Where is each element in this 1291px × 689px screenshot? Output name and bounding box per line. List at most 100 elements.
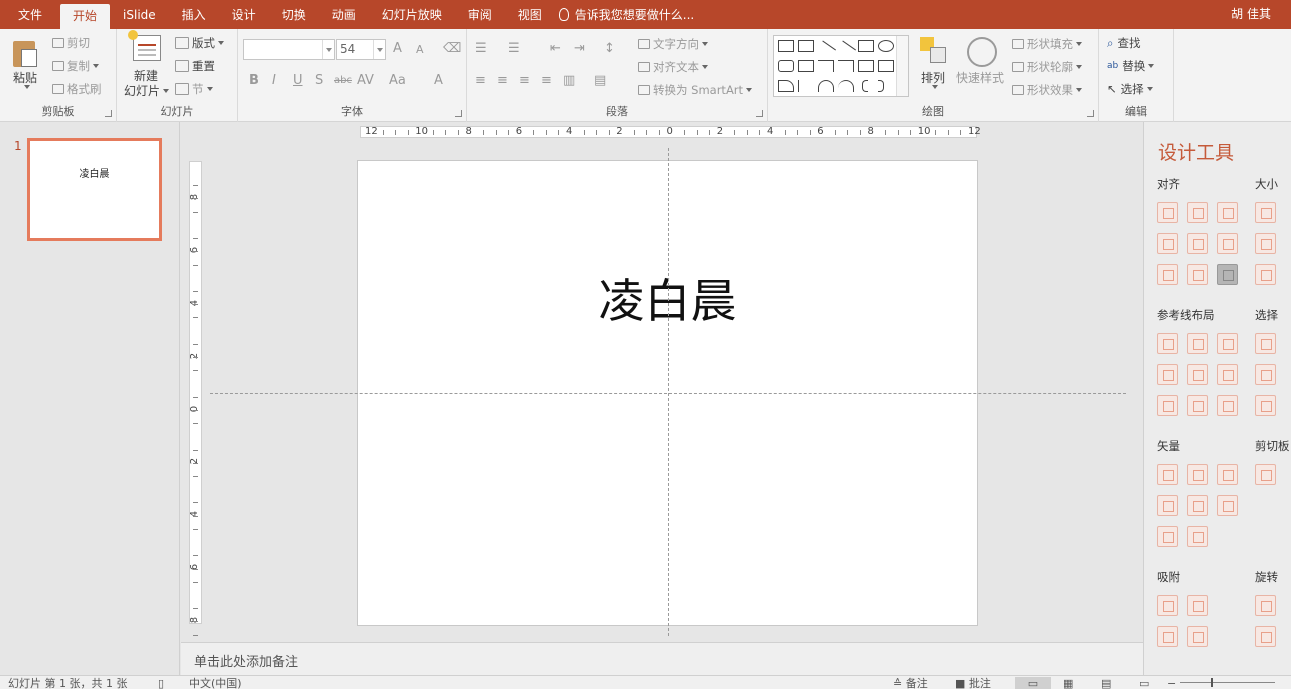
shape-fill-button[interactable]: 形状填充 <box>1012 36 1082 52</box>
guide-bottom-tool-icon[interactable] <box>1217 364 1238 385</box>
left-brace-shape-icon[interactable] <box>862 80 868 92</box>
slideshow-view-button[interactable]: ▭ <box>1139 677 1149 689</box>
tab-slideshow[interactable]: 幻灯片放映 <box>369 0 455 29</box>
shapes-gallery-scroll[interactable] <box>896 36 908 96</box>
snap-top-tool-icon[interactable] <box>1157 626 1178 647</box>
curve-shape-icon[interactable] <box>838 80 854 92</box>
tab-file[interactable]: 文件 <box>0 0 60 29</box>
tell-me-box[interactable]: 告诉我您想要做什么... <box>558 6 694 23</box>
font-name-input[interactable] <box>243 39 335 60</box>
slide-sorter-view-button[interactable]: ▦ <box>1063 677 1073 689</box>
select-size-tool-icon[interactable] <box>1255 395 1276 416</box>
strikethrough-button[interactable]: abc <box>334 75 352 86</box>
notes-pane[interactable]: 单击此处添加备注 <box>181 642 1143 675</box>
line-shape-icon[interactable] <box>816 40 836 60</box>
horizontal-ruler[interactable]: 12 10 8 6 4 2 0 2 4 6 8 10 12 <box>360 126 981 138</box>
freeform-shape-icon[interactable] <box>778 80 794 92</box>
guide-top-tool-icon[interactable] <box>1157 364 1178 385</box>
guide-grid-tool-icon[interactable] <box>1157 395 1178 416</box>
tab-insert[interactable]: 插入 <box>169 0 219 29</box>
elbow-arrow-shape-icon[interactable] <box>838 60 854 72</box>
replace-button[interactable]: ab 替换 <box>1107 58 1155 74</box>
vertical-textbox-shape-icon[interactable] <box>798 40 814 52</box>
distribute-h-tool-icon[interactable] <box>1157 264 1178 285</box>
tab-review[interactable]: 审阅 <box>455 0 505 29</box>
align-left-tool-icon[interactable] <box>1157 202 1178 223</box>
align-bottom-tool-icon[interactable] <box>1217 233 1238 254</box>
tab-view[interactable]: 视图 <box>505 0 555 29</box>
same-size-tool-icon[interactable] <box>1255 264 1276 285</box>
shadow-button[interactable]: S <box>315 73 323 88</box>
textbox-shape-icon[interactable] <box>778 40 794 52</box>
arc-shape-icon[interactable] <box>818 80 834 92</box>
copy-button[interactable]: 复制 <box>52 58 99 74</box>
decrease-indent-button[interactable]: ⇤ <box>550 41 561 56</box>
quick-styles-icon[interactable] <box>967 37 997 67</box>
paste-button[interactable]: 粘贴 <box>13 69 37 86</box>
align-left-button[interactable]: ≡ <box>475 73 486 88</box>
bold-button[interactable]: B <box>249 73 259 88</box>
arrange-dropdown[interactable] <box>929 85 938 89</box>
triangle-shape-icon[interactable] <box>798 60 814 72</box>
right-brace-shape-icon[interactable] <box>878 80 884 92</box>
char-spacing-button[interactable]: AV <box>357 73 374 88</box>
italic-button[interactable]: I <box>272 73 276 88</box>
select-color-tool-icon[interactable] <box>1255 364 1276 385</box>
right-arrow-shape-icon[interactable] <box>858 60 874 72</box>
notes-toggle-button[interactable]: ≙ 备注 <box>893 677 928 689</box>
align-to-slide-tool-icon[interactable] <box>1217 264 1238 285</box>
shapes-gallery[interactable] <box>773 35 909 97</box>
underline-button[interactable]: U <box>293 73 303 88</box>
new-slide-dropdown[interactable]: 幻灯片 <box>124 82 170 99</box>
select-same-tool-icon[interactable] <box>1255 333 1276 354</box>
split-tool-icon[interactable] <box>1217 495 1238 516</box>
align-center-button[interactable]: ≡ <box>497 73 508 88</box>
align-text-button[interactable]: 对齐文本 <box>638 59 708 75</box>
tab-home[interactable]: 开始 <box>60 4 111 29</box>
union-tool-icon[interactable] <box>1157 464 1178 485</box>
zoom-slider-thumb[interactable] <box>1211 678 1213 687</box>
language-status[interactable]: 中文(中国) <box>189 677 242 689</box>
cut-button[interactable]: 剪切 <box>52 35 90 51</box>
bullets-button[interactable]: ☰ <box>475 41 487 56</box>
oval-shape-icon[interactable] <box>878 40 894 52</box>
spellcheck-icon[interactable]: ▯ <box>158 677 164 689</box>
snap-left-tool-icon[interactable] <box>1157 595 1178 616</box>
change-case-button[interactable]: Aa <box>389 73 406 88</box>
clipboard-launcher-icon[interactable] <box>105 110 112 117</box>
smartart-button[interactable]: 转换为 SmartArt <box>638 82 753 98</box>
quick-styles-button[interactable]: 快速样式 <box>956 69 1004 86</box>
normal-view-button[interactable]: ▭ <box>1015 677 1051 689</box>
guide-center-tool-icon[interactable] <box>1187 333 1208 354</box>
justify-button[interactable]: ≡ <box>541 73 552 88</box>
distributed-button[interactable]: ▥ <box>563 73 575 88</box>
clear-format-icon[interactable]: ⌫ <box>443 41 461 56</box>
fragment-tool-icon[interactable] <box>1217 464 1238 485</box>
text-vector-tool-icon[interactable] <box>1157 526 1178 547</box>
tab-design[interactable]: 设计 <box>219 0 269 29</box>
shrink-font-button[interactable]: A <box>416 43 424 56</box>
combine-tool-icon[interactable] <box>1187 464 1208 485</box>
drawing-launcher-icon[interactable] <box>1087 110 1094 117</box>
same-width-tool-icon[interactable] <box>1255 202 1276 223</box>
comments-toggle-button[interactable]: ■ 批注 <box>955 677 991 689</box>
arrange-icon[interactable] <box>920 37 946 65</box>
font-color-button[interactable]: A <box>434 73 443 88</box>
format-painter-button[interactable]: 格式刷 <box>52 81 102 97</box>
section-button[interactable]: 节 <box>175 81 213 97</box>
grow-font-button[interactable]: A <box>393 41 402 56</box>
intersect-tool-icon[interactable] <box>1157 495 1178 516</box>
tab-transitions[interactable]: 切换 <box>269 0 319 29</box>
paste-special-tool-icon[interactable] <box>1255 464 1276 485</box>
find-button[interactable]: ⌕ 查找 <box>1107 35 1140 51</box>
new-slide-icon[interactable] <box>128 30 161 61</box>
align-middle-tool-icon[interactable] <box>1187 233 1208 254</box>
align-right-tool-icon[interactable] <box>1217 202 1238 223</box>
vertical-ruler[interactable]: 864202468 <box>189 161 202 636</box>
guide-matrix-tool-icon[interactable] <box>1217 395 1238 416</box>
reset-button[interactable]: 重置 <box>175 58 215 74</box>
horizontal-guide[interactable] <box>210 393 1126 394</box>
guide-columns-tool-icon[interactable] <box>1187 395 1208 416</box>
columns-button[interactable]: ▤ <box>594 73 606 88</box>
snap-right-tool-icon[interactable] <box>1187 595 1208 616</box>
